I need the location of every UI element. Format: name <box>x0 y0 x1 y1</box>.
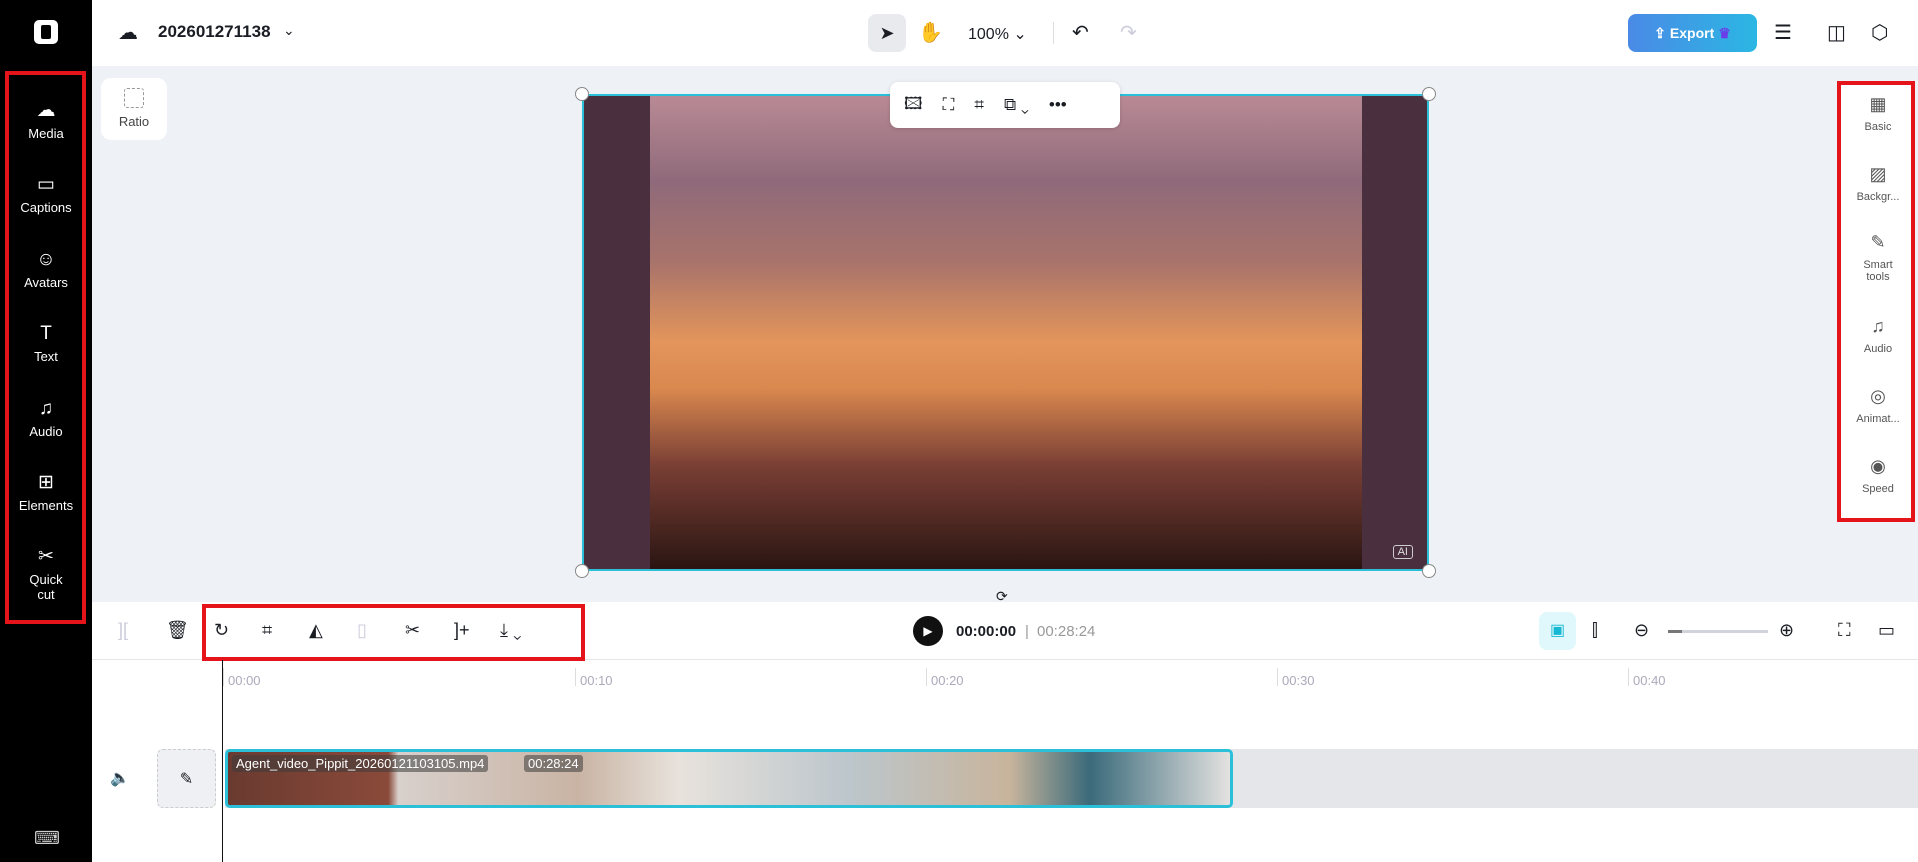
clip-name: Agent_video_Pippit_20260121103105.mp4 <box>232 755 489 772</box>
ratio-button[interactable]: Ratio <box>101 78 167 140</box>
divider <box>1053 22 1054 44</box>
cloud-saved-icon: ☁ <box>118 22 138 44</box>
settings-icon[interactable]: ⬡ <box>1871 20 1888 45</box>
export-label: Export <box>1669 25 1715 41</box>
video-frame-image <box>650 96 1362 569</box>
zoom-slider-fill <box>1668 630 1682 633</box>
split-playhead-icon[interactable]: ⫿ <box>1592 620 1598 641</box>
video-clip[interactable]: Agent_video_Pippit_20260121103105.mp4 00… <box>225 749 1233 808</box>
zoom-dropdown[interactable]: 100% ⌄ <box>968 24 1027 44</box>
zoom-slider[interactable] <box>1668 630 1768 633</box>
upload-icon: ⇪ <box>1654 24 1666 41</box>
preview-mode-icon[interactable]: ▭ <box>1878 620 1895 641</box>
track-volume-icon[interactable]: 🔈 <box>110 768 130 788</box>
crown-icon: ♛ <box>1718 24 1731 41</box>
ruler-label: 00:00 <box>228 673 261 688</box>
chevron-down-icon[interactable]: ⌄ <box>283 22 295 39</box>
zoom-in-icon[interactable]: ⊕ <box>1779 620 1794 641</box>
resize-handle-tr[interactable] <box>1422 87 1436 101</box>
picture-in-picture-icon[interactable]: ⧉ ⌄ <box>1004 95 1029 115</box>
playhead[interactable] <box>222 660 223 862</box>
layers-icon[interactable]: ☰ <box>1774 20 1792 45</box>
resize-handle-bl[interactable] <box>575 564 589 578</box>
ruler-label: 00:40 <box>1633 673 1666 688</box>
ruler-label: 00:20 <box>931 673 964 688</box>
more-icon[interactable]: ••• <box>1049 95 1067 115</box>
edit-cover-button[interactable]: ✎ <box>157 749 216 808</box>
highlight-box-right-panel <box>1837 81 1915 522</box>
undo-icon[interactable]: ↶ <box>1072 20 1089 45</box>
keyboard-icon[interactable]: ⌨ <box>34 828 60 849</box>
clip-duration: 00:28:24 <box>524 755 583 772</box>
ratio-label: Ratio <box>118 114 150 129</box>
export-button[interactable]: ⇪ Export ♛ <box>1628 14 1757 52</box>
canvas-floating-toolbar: 🖾 ⛶ ⌗ ⧉ ⌄ ••• <box>890 82 1120 128</box>
app-logo[interactable] <box>34 20 58 44</box>
fullscreen-icon[interactable]: ⛶ <box>1838 620 1851 641</box>
split-icon[interactable]: ][ <box>118 620 128 641</box>
ruler-label: 00:30 <box>1282 673 1315 688</box>
hand-tool-icon[interactable]: ✋ <box>918 20 943 45</box>
highlight-box-timeline-tools <box>202 604 585 661</box>
ratio-icon <box>124 88 144 108</box>
select-tool-button[interactable]: ➤ <box>868 14 906 52</box>
video-preview[interactable]: AI <box>582 94 1429 571</box>
resize-handle-tl[interactable] <box>575 87 589 101</box>
time-separator: | <box>1025 623 1029 640</box>
project-name[interactable]: 202601271138 <box>158 22 271 42</box>
resize-handle-br[interactable] <box>1422 564 1436 578</box>
zoom-value: 100% <box>968 26 1009 43</box>
zoom-out-icon[interactable]: ⊖ <box>1634 620 1649 641</box>
current-time: 00:00:00 <box>956 623 1017 640</box>
ai-badge: AI <box>1392 545 1413 559</box>
delete-icon[interactable]: 🗑 <box>166 620 189 641</box>
replace-image-icon[interactable]: 🖾 <box>904 91 923 120</box>
snap-toggle[interactable]: ▣ <box>1539 612 1576 650</box>
crop-icon[interactable]: ⌗ <box>974 95 984 115</box>
total-time: 00:28:24 <box>1037 623 1096 640</box>
ruler-label: 00:10 <box>580 673 613 688</box>
fit-icon[interactable]: ⛶ <box>943 95 955 115</box>
highlight-box-left-nav <box>5 71 86 624</box>
redo-icon[interactable]: ↷ <box>1120 20 1137 45</box>
panel-layout-icon[interactable]: ◫ <box>1827 20 1846 45</box>
play-button[interactable]: ▶ <box>913 616 943 646</box>
